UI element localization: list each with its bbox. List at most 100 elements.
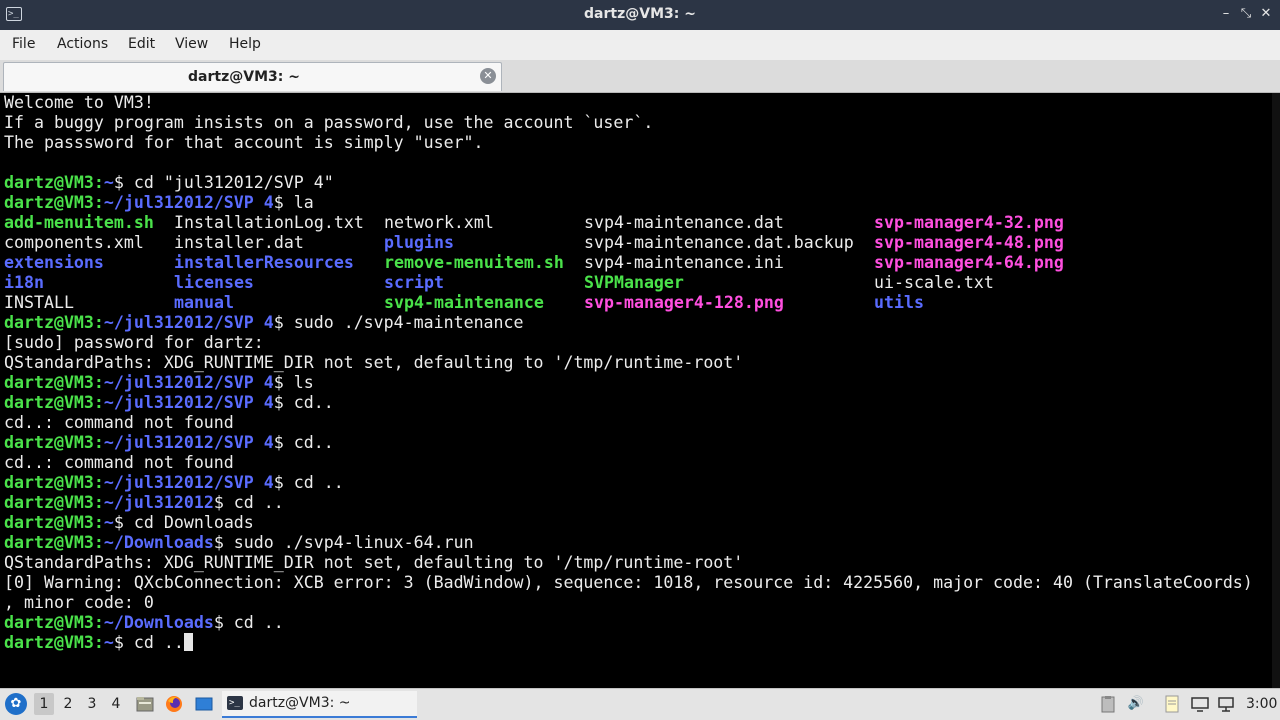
ls-entry: svp4-maintenance.dat bbox=[584, 213, 784, 232]
text-cursor bbox=[183, 633, 193, 651]
menubar: File Actions Edit View Help bbox=[0, 30, 1280, 60]
prompt-line: dartz@VM3:~/jul312012/SVP 4$ sudo ./svp4… bbox=[4, 313, 524, 333]
ls-entry: network.xml bbox=[384, 213, 494, 232]
taskbar-terminal-item[interactable]: >_ dartz@VM3: ~ bbox=[222, 691, 417, 718]
terminal-line: [0] Warning: QXcbConnection: XCB error: … bbox=[4, 573, 1253, 592]
terminal-line: [sudo] password for dartz: bbox=[4, 333, 264, 352]
desktop-icon[interactable] bbox=[194, 694, 214, 714]
ls-entry: svp-manager4-64.png bbox=[874, 253, 1064, 272]
ls-entry: extensions bbox=[4, 253, 104, 272]
menu-help[interactable]: Help bbox=[229, 36, 261, 52]
ls-entry: svp4-maintenance.dat.backup bbox=[584, 233, 854, 252]
monitor-icon[interactable] bbox=[1191, 695, 1209, 713]
close-icon[interactable]: ✕ bbox=[480, 68, 496, 84]
prompt-line: dartz@VM3:~/jul312012/SVP 4$ cd.. bbox=[4, 393, 334, 413]
terminal-line: cd..: command not found bbox=[4, 453, 234, 472]
prompt-user: dartz@VM3 bbox=[4, 373, 94, 392]
volume-icon[interactable]: 🔊 bbox=[1127, 695, 1145, 713]
menu-view[interactable]: View bbox=[175, 36, 208, 52]
workspace-4[interactable]: 4 bbox=[106, 693, 126, 715]
prompt-colon: : bbox=[93, 313, 104, 332]
clipboard-icon[interactable] bbox=[1099, 695, 1117, 713]
file-manager-icon[interactable] bbox=[135, 694, 155, 714]
terminal-output[interactable]: Welcome to VM3! If a buggy program insist… bbox=[0, 93, 1280, 688]
prompt-user: dartz@VM3 bbox=[4, 393, 94, 412]
prompt-command: $ cd "jul312012/SVP 4" bbox=[113, 173, 334, 192]
prompt-colon: : bbox=[93, 633, 104, 652]
prompt-colon: : bbox=[93, 373, 104, 392]
prompt-path: ~ bbox=[103, 173, 114, 192]
notes-icon[interactable] bbox=[1163, 695, 1181, 713]
prompt-path: ~ bbox=[103, 633, 114, 652]
terminal-scrollbar[interactable] bbox=[1272, 93, 1280, 688]
prompt-line: dartz@VM3:~/jul312012/SVP 4$ cd.. bbox=[4, 433, 334, 453]
minimize-button[interactable]: – bbox=[1218, 6, 1234, 22]
terminal-line: If a buggy program insists on a password… bbox=[4, 113, 654, 132]
terminal-line: Welcome to VM3! bbox=[4, 93, 154, 112]
prompt-colon: : bbox=[93, 473, 104, 492]
ls-entry: remove-menuitem.sh bbox=[384, 253, 564, 272]
prompt-line: dartz@VM3:~/Downloads$ cd .. bbox=[4, 613, 284, 633]
close-window-button[interactable]: ✕ bbox=[1258, 6, 1274, 22]
prompt-user: dartz@VM3 bbox=[4, 173, 94, 192]
prompt-user: dartz@VM3 bbox=[4, 193, 94, 212]
prompt-line: dartz@VM3:~/Downloads$ sudo ./svp4-linux… bbox=[4, 533, 474, 553]
prompt-path: ~/jul312012/SVP 4 bbox=[103, 373, 274, 392]
ls-entry: add-menuitem.sh bbox=[4, 213, 154, 232]
menu-actions[interactable]: Actions bbox=[57, 36, 108, 52]
terminal-line: , minor code: 0 bbox=[4, 593, 154, 612]
prompt-command: $ cd.. bbox=[273, 393, 334, 412]
menu-file[interactable]: File bbox=[12, 36, 35, 52]
prompt-colon: : bbox=[93, 433, 104, 452]
prompt-colon: : bbox=[93, 533, 104, 552]
prompt-user: dartz@VM3 bbox=[4, 613, 94, 632]
prompt-command: $ cd.. bbox=[273, 433, 334, 452]
tab-label: dartz@VM3: ~ bbox=[188, 69, 300, 85]
ls-entry: svp4-maintenance.ini bbox=[584, 253, 784, 272]
prompt-line: dartz@VM3:~$ cd "jul312012/SVP 4" bbox=[4, 173, 334, 193]
prompt-colon: : bbox=[93, 613, 104, 632]
prompt-line: dartz@VM3:~/jul312012/SVP 4$ cd .. bbox=[4, 473, 344, 493]
taskbar-item-label: dartz@VM3: ~ bbox=[249, 695, 351, 711]
prompt-path: ~/Downloads bbox=[103, 533, 214, 552]
tab-terminal[interactable]: dartz@VM3: ~ ✕ bbox=[3, 62, 502, 91]
firefox-icon[interactable] bbox=[164, 694, 184, 714]
ls-entry: svp-manager4-32.png bbox=[874, 213, 1064, 232]
prompt-line: dartz@VM3:~$ cd Downloads bbox=[4, 513, 254, 533]
maximize-button[interactable]: ⤡ bbox=[1238, 6, 1254, 22]
prompt-command: $ cd Downloads bbox=[113, 513, 254, 532]
prompt-colon: : bbox=[93, 393, 104, 412]
prompt-colon: : bbox=[93, 513, 104, 532]
prompt-command: $ cd .. bbox=[273, 473, 344, 492]
network-icon[interactable] bbox=[1217, 695, 1235, 713]
prompt-command: $ cd .. bbox=[213, 493, 284, 512]
prompt-command: $ sudo ./svp4-linux-64.run bbox=[213, 533, 474, 552]
window-titlebar[interactable]: >_ dartz@VM3: ~ – ⤡ ✕ bbox=[0, 0, 1280, 30]
ls-entry: i18n bbox=[4, 273, 44, 292]
ls-entry: plugins bbox=[384, 233, 454, 252]
tab-bar: dartz@VM3: ~ ✕ bbox=[0, 60, 1280, 93]
menu-edit[interactable]: Edit bbox=[128, 36, 155, 52]
taskbar: ✿ 1 2 3 4 >_ dartz@VM3: ~ 🔊 3:00 bbox=[0, 688, 1280, 720]
workspace-3[interactable]: 3 bbox=[82, 693, 102, 715]
prompt-command: $ sudo ./svp4-maintenance bbox=[273, 313, 524, 332]
clock: 3:00 bbox=[1246, 696, 1278, 712]
prompt-user: dartz@VM3 bbox=[4, 313, 94, 332]
prompt-colon: : bbox=[93, 493, 104, 512]
workspace-2[interactable]: 2 bbox=[58, 693, 78, 715]
ls-entry: utils bbox=[874, 293, 924, 312]
prompt-path: ~/jul312012/SVP 4 bbox=[103, 473, 274, 492]
terminal-line: QStandardPaths: XDG_RUNTIME_DIR not set,… bbox=[4, 353, 744, 372]
prompt-user: dartz@VM3 bbox=[4, 473, 94, 492]
ls-entry: InstallationLog.txt bbox=[174, 213, 364, 232]
ls-entry: components.xml bbox=[4, 233, 144, 252]
workspace-1[interactable]: 1 bbox=[34, 693, 54, 715]
ls-entry: SVPManager bbox=[584, 273, 684, 292]
ls-entry: script bbox=[384, 273, 444, 292]
prompt-user: dartz@VM3 bbox=[4, 533, 94, 552]
prompt-colon: : bbox=[93, 173, 104, 192]
prompt-user: dartz@VM3 bbox=[4, 493, 94, 512]
ls-entry: svp-manager4-48.png bbox=[874, 233, 1064, 252]
prompt-path: ~/jul312012/SVP 4 bbox=[103, 193, 274, 212]
start-menu-icon[interactable]: ✿ bbox=[5, 693, 27, 715]
